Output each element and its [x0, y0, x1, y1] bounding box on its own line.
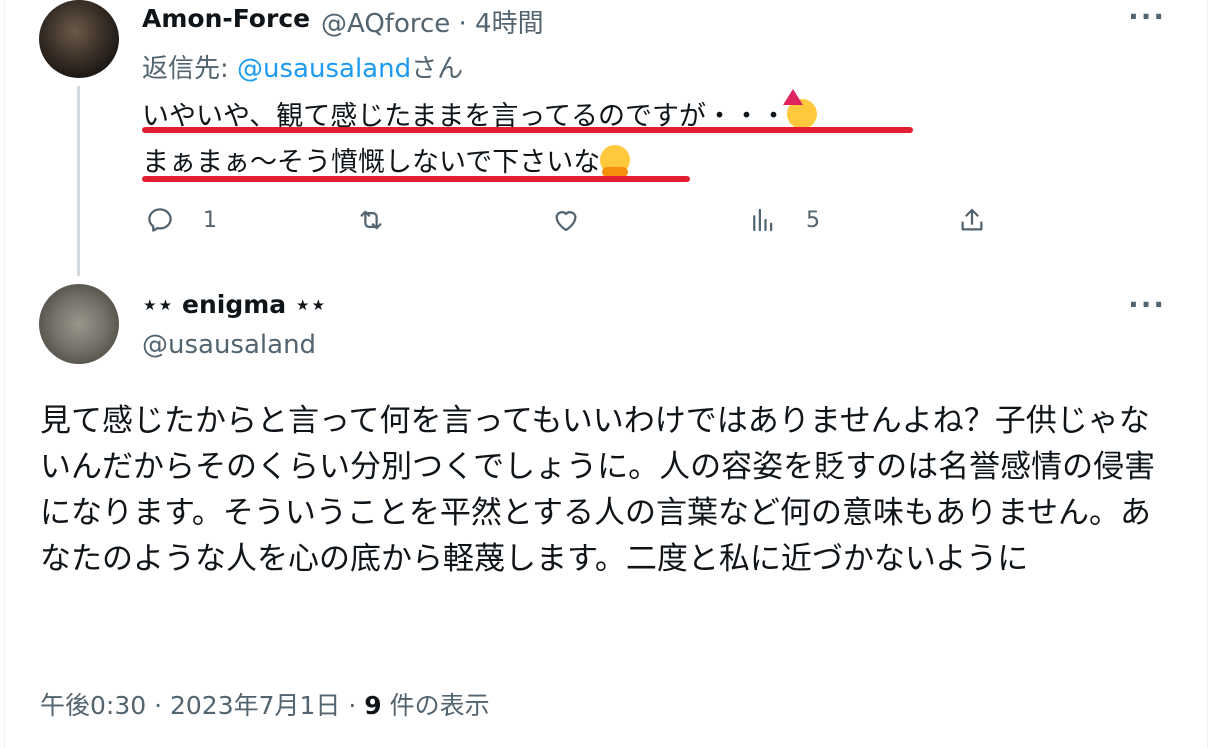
views-action-button[interactable]: 5 — [748, 200, 820, 240]
share-icon — [961, 208, 983, 231]
reply-action-button[interactable]: 1 — [145, 200, 217, 240]
partying-face-emoji-icon — [783, 89, 818, 129]
thread-connector-line — [77, 86, 80, 276]
replying-to-label: 返信先: — [142, 54, 238, 84]
avatar-amon-force[interactable] — [39, 0, 119, 78]
like-action-button[interactable] — [551, 200, 581, 240]
reply-text-line-2: まぁまぁ〜そう憤慨しないで下さいな — [142, 140, 631, 179]
reply-author-name[interactable]: Amon-Force — [142, 4, 310, 33]
comment-icon — [148, 208, 172, 232]
main-tweet-text: 見て感じたからと言って何を言ってもいいわけではありませんよね？子供じゃないんだか… — [40, 403, 1156, 577]
heart-icon — [555, 211, 577, 232]
tweet-timestamp[interactable]: 午後0:30 · 2023年7月1日 · — [40, 691, 364, 720]
views-number: 9 — [364, 691, 382, 720]
views-label: 件の表示 — [381, 691, 490, 720]
retweet-icon — [360, 210, 382, 230]
reply-more-icon[interactable]: ··· — [1128, 0, 1166, 33]
replying-to: 返信先: @usausalandさん — [142, 48, 463, 85]
retweet-action-button[interactable] — [356, 200, 386, 240]
main-more-icon[interactable]: ··· — [1128, 288, 1166, 321]
red-underline-2 — [142, 176, 690, 182]
replying-to-mention[interactable]: @usausaland — [237, 54, 411, 84]
main-author-handle[interactable]: @usausaland — [142, 330, 316, 360]
reply-author-handle[interactable]: @AQforce — [321, 9, 450, 39]
main-author-name[interactable]: ⋆⋆ enigma ⋆⋆ — [142, 290, 326, 319]
share-action-button[interactable] — [957, 200, 987, 240]
views-count: 5 — [806, 207, 820, 233]
analytics-icon — [753, 208, 773, 232]
reply-author-handle-and-time[interactable]: @AQforce · 4時間 — [321, 3, 544, 40]
avatar-enigma[interactable] — [39, 284, 119, 364]
replying-to-suffix: さん — [411, 54, 464, 84]
reply-count: 1 — [203, 207, 217, 233]
tweet-meta: 午後0:30 · 2023年7月1日 · 9 件の表示 — [40, 686, 490, 722]
red-underline-1 — [142, 127, 913, 133]
reply-text-line-2-content: まぁまぁ〜そう憤慨しないで下さいな — [142, 147, 601, 178]
reply-time[interactable]: · 4時間 — [459, 9, 544, 39]
hugging-face-emoji-icon — [600, 145, 631, 177]
